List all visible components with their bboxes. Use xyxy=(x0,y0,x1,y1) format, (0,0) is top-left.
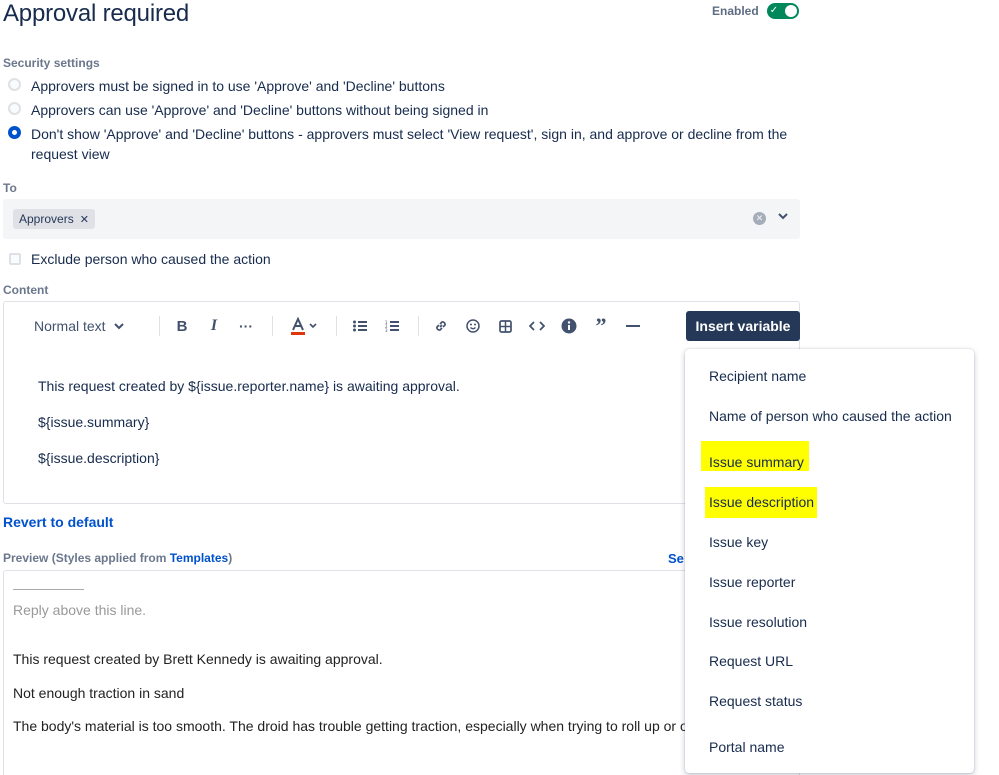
svg-text:3: 3 xyxy=(385,328,388,332)
content-label: Content xyxy=(3,283,49,297)
variable-item[interactable]: Request status xyxy=(709,693,802,709)
preview-label-prefix: Preview (Styles applied from xyxy=(3,551,170,565)
send-link[interactable]: Se xyxy=(668,551,684,566)
enabled-toggle-group[interactable]: Enabled ✓ xyxy=(712,3,799,19)
preview-line: The body's material is too smooth. The d… xyxy=(13,718,688,734)
content-editor[interactable]: Normal text B I ··· 123 ” Insert variabl… xyxy=(3,301,800,504)
radio-label: Don't show 'Approve' and 'Decline' butto… xyxy=(31,126,788,162)
radio-button[interactable] xyxy=(8,78,21,91)
insert-variable-button[interactable]: Insert variable xyxy=(686,311,800,341)
editor-line: ${issue.description} xyxy=(38,450,160,466)
recipient-tag: Approvers ✕ xyxy=(13,209,95,229)
exclude-option[interactable]: Exclude person who caused the action xyxy=(9,251,271,267)
quote-icon[interactable]: ” xyxy=(591,310,611,342)
to-field[interactable]: Approvers ✕ ✕ xyxy=(3,199,800,239)
templates-link[interactable]: Templates xyxy=(170,551,228,565)
numbered-list-icon[interactable]: 123 xyxy=(382,310,402,342)
variable-item[interactable]: Portal name xyxy=(709,739,784,755)
bullet-list-icon[interactable] xyxy=(350,310,370,342)
reply-divider xyxy=(13,589,84,590)
variable-item[interactable]: Name of person who caused the action xyxy=(709,408,952,424)
text-style-dropdown[interactable]: Normal text xyxy=(34,310,134,342)
info-icon[interactable] xyxy=(559,310,579,342)
toggle-knob xyxy=(784,5,797,17)
chevron-down-icon[interactable] xyxy=(777,210,789,222)
security-option-signed-in[interactable]: Approvers must be signed in to use 'Appr… xyxy=(8,76,798,96)
security-option-not-signed-in[interactable]: Approvers can use 'Approve' and 'Decline… xyxy=(8,100,798,120)
radio-button-checked[interactable] xyxy=(8,126,21,139)
preview-line: This request created by Brett Kennedy is… xyxy=(13,651,383,667)
tag-label: Approvers xyxy=(19,212,74,226)
chevron-down-icon xyxy=(113,323,124,330)
enabled-toggle[interactable]: ✓ xyxy=(766,3,799,19)
variable-item[interactable]: Issue summary xyxy=(709,454,804,470)
variable-item[interactable]: Recipient name xyxy=(709,368,806,384)
variable-item[interactable]: Request URL xyxy=(709,653,793,669)
bold-icon[interactable]: B xyxy=(172,310,192,342)
exclude-label: Exclude person who caused the action xyxy=(31,251,271,267)
preview-label-suffix: ) xyxy=(228,551,233,565)
table-icon[interactable] xyxy=(495,310,515,342)
preview-line: Not enough traction in sand xyxy=(13,685,185,701)
editor-toolbar: Normal text B I ··· 123 ” Insert variabl… xyxy=(4,310,800,342)
check-icon: ✓ xyxy=(769,5,779,16)
revert-to-default-link[interactable]: Revert to default xyxy=(3,514,113,530)
enabled-label: Enabled xyxy=(712,4,759,18)
variable-item[interactable]: Issue key xyxy=(709,534,768,550)
variable-item[interactable]: Issue reporter xyxy=(709,574,795,590)
link-icon[interactable] xyxy=(431,310,451,342)
divider-icon[interactable] xyxy=(623,310,643,342)
preview-box: Reply above this line. This request crea… xyxy=(3,570,800,775)
editor-line: This request created by ${issue.reporter… xyxy=(38,378,460,394)
text-color-icon[interactable] xyxy=(286,310,320,342)
radio-label: Approvers can use 'Approve' and 'Decline… xyxy=(31,102,489,118)
security-settings-label: Security settings xyxy=(3,56,100,70)
security-option-dont-show[interactable]: Don't show 'Approve' and 'Decline' butto… xyxy=(8,124,798,164)
italic-icon[interactable]: I xyxy=(204,310,224,342)
remove-tag-icon[interactable]: ✕ xyxy=(80,213,89,226)
editor-line: ${issue.summary} xyxy=(38,414,150,430)
radio-button[interactable] xyxy=(8,102,21,115)
reply-line: Reply above this line. xyxy=(13,602,147,618)
page-title: Approval required xyxy=(3,0,190,27)
text-style-label: Normal text xyxy=(34,318,106,334)
exclude-checkbox[interactable] xyxy=(9,253,21,265)
emoji-icon[interactable] xyxy=(463,310,483,342)
code-icon[interactable] xyxy=(527,310,547,342)
variable-item[interactable]: Issue resolution xyxy=(709,614,807,630)
variable-item[interactable]: Issue description xyxy=(709,494,814,510)
preview-label: Preview (Styles applied from Templates) xyxy=(3,551,232,565)
to-label: To xyxy=(3,181,17,195)
more-formatting-icon[interactable]: ··· xyxy=(236,310,256,342)
clear-icon[interactable]: ✕ xyxy=(753,212,766,225)
radio-label: Approvers must be signed in to use 'Appr… xyxy=(31,78,445,94)
variables-dropdown: Recipient name Name of person who caused… xyxy=(685,349,974,773)
